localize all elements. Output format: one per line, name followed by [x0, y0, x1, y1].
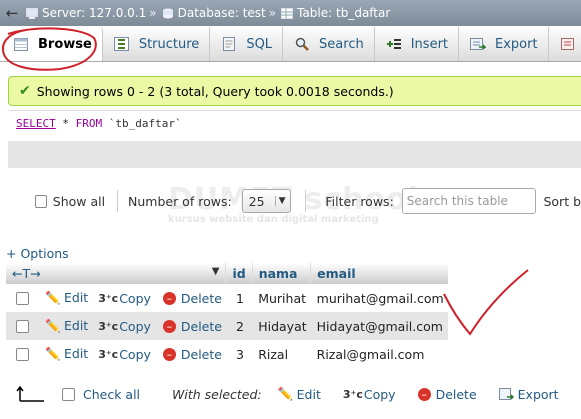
bulk-actions-bar: Check all With selected: ✏️ Edit 3⁺c Copy … — [0, 380, 581, 408]
column-header-nama[interactable]: nama — [252, 263, 312, 284]
breadcrumb-server[interactable]: Server: 127.0.0.1 — [24, 6, 146, 20]
bulk-edit-button[interactable]: ✏️ Edit — [278, 386, 321, 402]
export-icon — [499, 386, 515, 402]
resize-columns-icon: ←T→ — [12, 266, 41, 281]
pencil-icon: ✏️ — [277, 386, 294, 401]
divider — [117, 190, 118, 212]
cell-id: 1 — [225, 284, 253, 312]
column-header-email[interactable]: email — [310, 263, 448, 284]
tab-export[interactable]: Export — [459, 27, 549, 61]
structure-icon — [113, 36, 131, 52]
cell-nama: Hidayat — [252, 312, 311, 340]
browse-icon — [12, 36, 30, 52]
row-select-checkbox[interactable] — [16, 291, 29, 305]
filter-rows-label: Filter rows: — [325, 193, 394, 209]
row-copy-link[interactable]: 3⁺c Copy — [98, 290, 151, 306]
results-table: ←T→ ▼ id nama email ✏️ Edit 3⁺c Copy – Dele… — [6, 263, 448, 368]
options-link[interactable]: + Options — [6, 246, 69, 261]
number-of-rows-label: Number of rows: — [128, 193, 232, 209]
table-icon — [281, 7, 294, 19]
database-icon — [162, 8, 173, 18]
tab-structure[interactable]: Structure — [103, 27, 211, 61]
sql-query-box: SELECT * FROM `tb_daftar` — [8, 110, 581, 168]
delete-icon: – — [417, 387, 431, 401]
breadcrumb-database[interactable]: Database: test — [160, 6, 266, 20]
delete-icon: – — [162, 347, 176, 361]
bulk-delete-button[interactable]: – Delete — [417, 387, 477, 402]
pencil-icon: ✏️ — [45, 317, 61, 333]
back-arrow-icon[interactable]: ← — [0, 4, 24, 22]
copy-icon: 3⁺c — [342, 387, 363, 401]
server-icon — [26, 7, 38, 19]
row-select-checkbox[interactable] — [16, 319, 29, 333]
show-all-label: Show all — [52, 193, 106, 209]
row-delete-link[interactable]: – Delete — [162, 347, 222, 362]
dropdown-arrow-icon: ▼ — [274, 196, 286, 206]
bulk-copy-button[interactable]: 3⁺c Copy — [342, 386, 396, 402]
row-actions: ✏️ Edit 3⁺c Copy – Delete — [6, 312, 226, 340]
pencil-icon: ✏️ — [45, 345, 61, 361]
column-header-id[interactable]: id — [225, 263, 253, 284]
success-message: ✔ Showing rows 0 - 2 (3 total, Query too… — [8, 76, 581, 106]
select-arrow-icon — [16, 385, 44, 402]
export-icon — [469, 36, 487, 52]
tab-bar: Browse Structure SQL Search Insert Expor… — [0, 26, 581, 62]
row-edit-link[interactable]: ✏️ Edit — [45, 290, 88, 306]
with-selected-label: With selected: — [172, 386, 262, 402]
column-menu-dropdown-icon[interactable]: ▼ — [212, 266, 220, 277]
show-all-checkbox[interactable] — [35, 194, 47, 208]
row-copy-link[interactable]: 3⁺c Copy — [98, 318, 151, 334]
row-delete-link[interactable]: – Delete — [162, 319, 222, 334]
column-resize-header[interactable]: ←T→ ▼ — [6, 263, 227, 284]
tab-insert[interactable]: Insert — [375, 27, 460, 61]
copy-icon: 3⁺c — [98, 319, 119, 333]
tab-more[interactable] — [549, 27, 581, 61]
bulk-export-button[interactable]: Export — [499, 386, 559, 402]
row-select-checkbox[interactable] — [16, 347, 29, 361]
cell-email: Hidayat@gmail.com — [310, 312, 448, 340]
breadcrumb: ← Server: 127.0.0.1 » Database: test » T… — [0, 0, 581, 26]
row-actions: ✏️ Edit 3⁺c Copy – Delete — [6, 340, 226, 368]
table-row: ✏️ Edit 3⁺c Copy – Delete 3 Rizal Rizal@gma… — [6, 340, 448, 368]
cell-id: 2 — [225, 312, 253, 340]
cell-id: 3 — [225, 340, 253, 368]
navigation-controls: Show all Number of rows: 25 ▼ Filter row… — [0, 186, 581, 216]
row-copy-link[interactable]: 3⁺c Copy — [98, 346, 151, 362]
insert-icon — [385, 36, 403, 52]
sort-by-label: Sort b — [543, 193, 581, 209]
table-header-row: ←T→ ▼ id nama email — [6, 263, 448, 284]
table-row: ✏️ Edit 3⁺c Copy – Delete 2 Hidayat Hidayat… — [6, 312, 448, 340]
cell-nama: Rizal — [252, 340, 311, 368]
checkmark-icon: ✔ — [19, 83, 31, 99]
import-icon — [559, 36, 577, 52]
check-all-label[interactable]: Check all — [83, 387, 140, 402]
tab-browse[interactable]: Browse — [0, 27, 103, 61]
search-icon — [293, 36, 311, 52]
divider — [304, 190, 306, 212]
cell-email: Rizal@gmail.com — [310, 340, 448, 368]
filter-rows-input[interactable]: Search this table — [401, 188, 537, 214]
row-edit-link[interactable]: ✏️ Edit — [45, 346, 88, 362]
row-edit-link[interactable]: ✏️ Edit — [45, 318, 88, 334]
row-actions: ✏️ Edit 3⁺c Copy – Delete — [6, 284, 226, 312]
pencil-icon: ✏️ — [45, 289, 61, 305]
check-all-checkbox[interactable] — [62, 387, 75, 401]
hand-drawn-checkmark — [443, 269, 529, 336]
table-row: ✏️ Edit 3⁺c Copy – Delete 1 Murihat murihat… — [6, 284, 448, 312]
row-delete-link[interactable]: – Delete — [162, 291, 222, 306]
sql-query: SELECT * FROM `tb_daftar` — [8, 111, 581, 141]
rows-per-page-select[interactable]: 25 ▼ — [241, 189, 291, 213]
delete-icon: – — [162, 319, 176, 333]
delete-icon: – — [162, 291, 176, 305]
tab-sql[interactable]: SQL — [210, 27, 284, 61]
copy-icon: 3⁺c — [98, 347, 119, 361]
copy-icon: 3⁺c — [98, 291, 119, 305]
tab-search[interactable]: Search — [283, 27, 375, 61]
breadcrumb-table[interactable]: Table: tb_daftar — [279, 6, 390, 20]
cell-nama: Murihat — [252, 284, 311, 312]
cell-email: murihat@gmail.com — [310, 284, 448, 312]
sql-icon — [220, 36, 238, 52]
